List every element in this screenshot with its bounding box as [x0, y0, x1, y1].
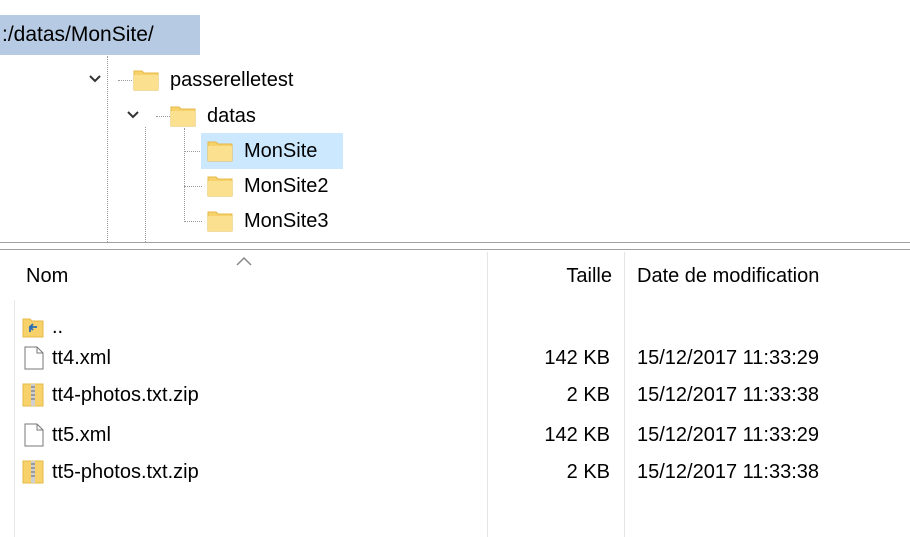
- column-header-name[interactable]: Nom: [26, 265, 68, 288]
- tree-item-label: MonSite: [244, 140, 318, 162]
- tree-line: [145, 127, 146, 242]
- file-name: tt5.xml: [52, 424, 111, 446]
- file-name: tt4-photos.txt.zip: [52, 384, 199, 406]
- pane-splitter-edge: [0, 249, 910, 250]
- file-name: tt4.xml: [52, 347, 111, 369]
- tree-item-datas[interactable]: datas: [126, 104, 326, 130]
- table-row[interactable]: tt5.xml 142 KB 15/12/2017 11:33:29: [20, 421, 900, 451]
- chevron-down-icon[interactable]: [126, 108, 140, 125]
- file-date: 15/12/2017 11:33:29: [637, 347, 820, 369]
- file-size: 142 KB: [544, 347, 610, 369]
- tree-line: [184, 186, 202, 187]
- parent-folder-icon: [22, 316, 44, 343]
- tree-line: [184, 128, 185, 222]
- file-name: ..: [52, 316, 64, 338]
- file-icon: [24, 423, 44, 452]
- file-size: 142 KB: [544, 424, 610, 446]
- list-left-border: [14, 300, 15, 537]
- tree-item-monsite3[interactable]: MonSite3: [201, 205, 361, 237]
- column-header-date[interactable]: Date de modification: [637, 265, 819, 288]
- tree-item-label: passerelletest: [170, 69, 294, 91]
- tree-line: [184, 151, 202, 152]
- folder-icon: [133, 68, 159, 96]
- file-date: 15/12/2017 11:33:38: [637, 384, 820, 406]
- tree-item-label: MonSite3: [244, 210, 329, 232]
- file-name: tt5-photos.txt.zip: [52, 461, 199, 483]
- table-row[interactable]: tt4-photos.txt.zip 2 KB 15/12/2017 11:33…: [20, 381, 900, 411]
- folder-icon: [207, 174, 233, 202]
- table-row[interactable]: tt5-photos.txt.zip 2 KB 15/12/2017 11:33…: [20, 458, 900, 488]
- zip-icon: [22, 383, 44, 412]
- tree-item-label: datas: [207, 105, 256, 127]
- zip-icon: [22, 460, 44, 489]
- tree-item-monsite[interactable]: MonSite: [201, 133, 343, 169]
- tree-item-passerelletest[interactable]: passerelletest: [88, 68, 348, 94]
- table-row[interactable]: ..: [20, 313, 900, 343]
- pane-splitter[interactable]: [0, 242, 910, 243]
- current-path-bar[interactable]: :/datas/MonSite/: [0, 15, 200, 55]
- tree-line: [184, 221, 202, 222]
- chevron-down-icon[interactable]: [88, 72, 102, 89]
- file-size: 2 KB: [566, 461, 610, 483]
- sort-ascending-icon: [236, 253, 252, 271]
- tree-item-label: MonSite2: [244, 175, 329, 197]
- file-date: 15/12/2017 11:33:38: [637, 461, 820, 483]
- file-icon: [24, 346, 44, 375]
- table-row[interactable]: tt4.xml 142 KB 15/12/2017 11:33:29: [20, 344, 900, 374]
- folder-icon: [207, 209, 233, 237]
- file-size: 2 KB: [566, 384, 610, 406]
- column-header-size[interactable]: Taille: [490, 265, 612, 288]
- file-date: 15/12/2017 11:33:29: [637, 424, 820, 446]
- folder-icon: [170, 104, 196, 132]
- tree-item-monsite2[interactable]: MonSite2: [201, 170, 361, 202]
- folder-icon: [207, 139, 233, 167]
